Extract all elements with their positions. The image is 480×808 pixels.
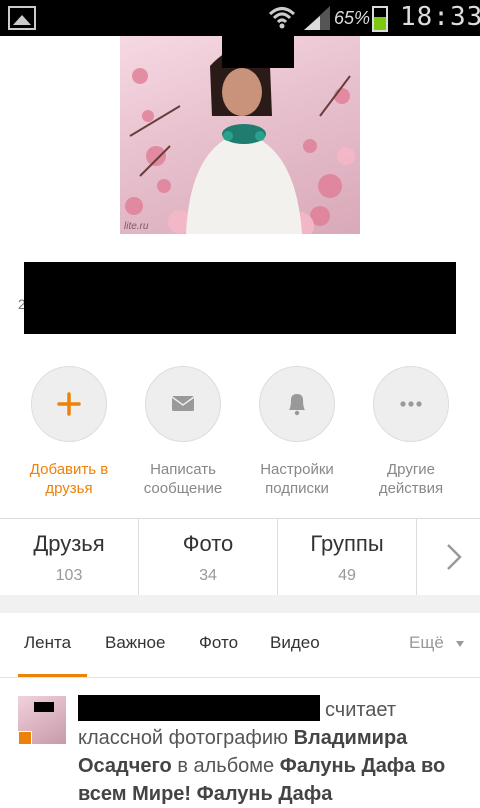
active-tab-indicator [18,674,87,677]
chevron-right-icon[interactable] [440,541,468,573]
profile-photo[interactable]: lite.ru [120,36,360,234]
add-friend-circle[interactable] [31,366,107,442]
stat-title: Группы [310,531,384,556]
stat-title: Друзья [33,531,105,556]
subscription-settings-button[interactable]: Настройки подписки [240,366,354,498]
wifi-icon [268,7,296,29]
envelope-icon [171,396,195,411]
send-message-button[interactable]: Написать сообщение [126,366,240,498]
tab-important[interactable]: Важное [105,633,165,653]
tab-more[interactable]: Ещё [409,633,444,653]
feed-verb: считает [325,699,397,721]
bell-icon [289,394,305,416]
online-badge [18,731,32,745]
tab-photo[interactable]: Фото [199,633,238,653]
stat-friends[interactable]: Друзья 103 [0,519,139,595]
more-actions-button[interactable]: Другие действия [354,366,468,498]
clock: 18:33 [400,2,480,32]
feed-item[interactable]: считает классной фотографию Владимира Ос… [0,678,480,805]
censor-block [222,36,294,68]
censor-block [34,702,54,712]
battery-icon [372,6,388,32]
status-bar: 65% 18:33 [0,0,480,36]
section-divider [0,595,480,613]
battery-percent: 65% [334,8,371,28]
stat-title: Фото [182,531,234,556]
profile-name-redacted [24,262,456,334]
send-message-label: Написать сообщение [143,461,223,497]
add-friend-label: Добавить в друзья [29,461,109,497]
more-actions-circle[interactable] [373,366,449,442]
more-dots-icon [400,401,422,407]
more-actions-label: Другие действия [378,461,444,497]
stat-count: 49 [338,567,356,584]
plus-icon [57,392,81,416]
feed-text-2: в альбоме [177,755,275,777]
subscription-settings-label: Настройки подписки [260,461,334,497]
tab-feed[interactable]: Лента [24,633,71,653]
feed-tabs: Лента Важное Фото Видео Ещё [0,613,480,678]
send-message-circle[interactable] [145,366,221,442]
stat-count: 103 [55,567,83,584]
tab-video[interactable]: Видео [270,633,320,653]
subscription-settings-circle[interactable] [259,366,335,442]
feed-text-1: классной фотографию [78,727,289,749]
chevron-down-icon[interactable] [456,641,464,647]
stat-photos[interactable]: Фото 34 [139,519,278,595]
feed-user-redacted [78,695,320,721]
gallery-icon [8,6,36,30]
stat-groups[interactable]: Группы 49 [278,519,417,595]
stat-count: 34 [199,567,217,584]
profile-stats: Друзья 103 Фото 34 Группы 49 [0,518,480,596]
add-friend-button[interactable]: Добавить в друзья [12,366,126,498]
signal-icon [304,6,330,30]
photo-watermark: lite.ru [124,221,149,232]
